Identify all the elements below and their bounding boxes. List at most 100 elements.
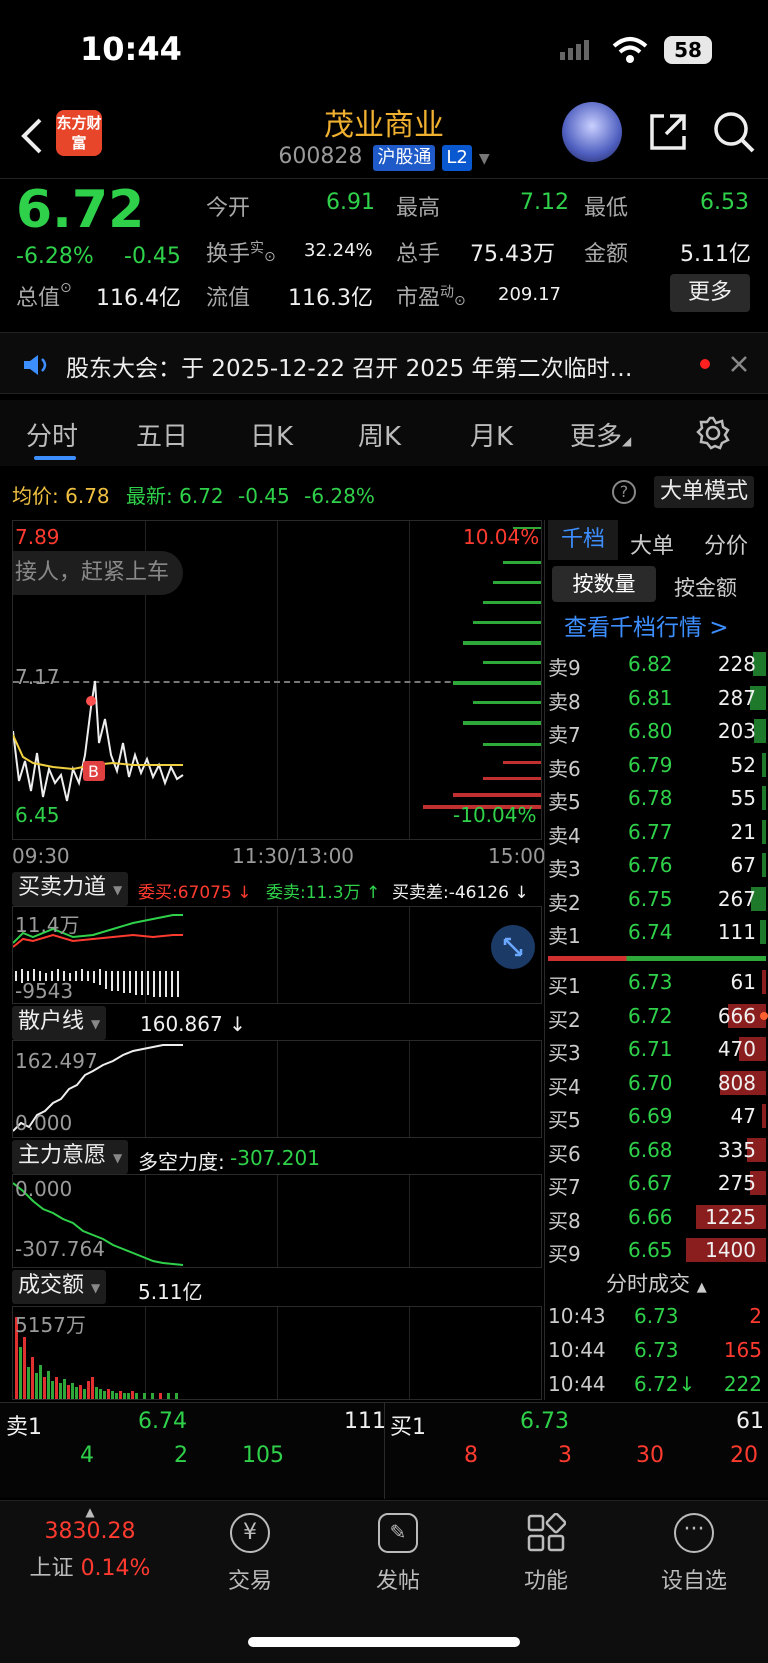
bid-price: 6.72	[628, 1003, 673, 1028]
bid-level: 买6	[548, 1141, 581, 1166]
nav-trade[interactable]: ¥ 交易	[190, 1513, 310, 1595]
ask-row[interactable]: 卖8 6.81 287	[548, 682, 766, 715]
bid-volume: 335	[717, 1137, 756, 1162]
bid-level: 买5	[548, 1108, 581, 1132]
ask-depth-bar	[762, 786, 766, 810]
bid-level: 买1	[548, 974, 581, 998]
book-tab-price[interactable]: 分价	[704, 528, 748, 560]
bid-price: 6.73	[628, 970, 673, 994]
trade-volume: 2	[749, 1304, 762, 1328]
bottom-sell1-price: 6.74	[138, 1409, 187, 1434]
bid-price: 6.68	[628, 1137, 673, 1162]
bid-volume: 808	[717, 1070, 756, 1095]
index-ticker[interactable]: ▲ 3830.28 上证 0.14%	[20, 1505, 160, 1605]
bid-row[interactable]: 买1 6.73 61	[548, 966, 766, 999]
trade-price: 6.73	[634, 1338, 679, 1362]
ask-price: 6.82	[628, 652, 673, 676]
ask-level: 卖2	[548, 890, 581, 915]
ask-depth-bar	[762, 752, 766, 777]
index-value: 3830.28	[44, 1519, 136, 1544]
ask-level: 卖9	[548, 656, 581, 680]
bid-volume: 1400	[705, 1238, 756, 1262]
book-subtab-amount[interactable]: 按金额	[674, 572, 737, 602]
bid-depth-bar	[762, 970, 766, 994]
trade-volume: 222	[723, 1372, 762, 1396]
bid-volume: 1225	[705, 1204, 756, 1229]
bid-row[interactable]: 买3 6.71 470	[548, 1033, 766, 1066]
bid-price: 6.65	[628, 1238, 673, 1262]
caret-up-icon: ▲	[85, 1505, 95, 1519]
bid-depth-bar	[762, 1104, 766, 1128]
ask-level: 卖6	[548, 756, 581, 781]
ask-row[interactable]: 卖6 6.79 52	[548, 749, 766, 782]
ask-row[interactable]: 卖5 6.78 55	[548, 782, 766, 815]
bid-volume: 61	[730, 970, 756, 994]
ask-depth-bar	[762, 853, 766, 877]
book-depth-link[interactable]: 查看千档行情 >	[564, 608, 729, 642]
ask-level: 卖8	[548, 689, 581, 714]
ask-row[interactable]: 卖1 6.74 111	[548, 916, 766, 949]
bid-price: 6.66	[628, 1204, 673, 1229]
bottom-quote-bar: 卖1 6.74 111 4 2 105 买1 6.73 61 8 3 30 20	[0, 1402, 768, 1499]
bid-level: 买3	[548, 1041, 581, 1065]
ask-price: 6.74	[628, 920, 673, 944]
ask-price: 6.80	[628, 719, 673, 743]
trades-title[interactable]: 分时成交 ▲	[606, 1268, 707, 1298]
book-subtab-quantity[interactable]: 按数量	[552, 566, 656, 602]
ask-level: 卖7	[548, 723, 581, 747]
bid-volume: 47	[730, 1104, 756, 1128]
bid-price: 6.67	[628, 1171, 673, 1195]
ask-row[interactable]: 卖2 6.75 267	[548, 883, 766, 916]
bid-level: 买2	[548, 1007, 581, 1032]
bid-row[interactable]: 买2 6.72 666	[548, 1000, 768, 1033]
trade-price: 6.73	[634, 1304, 679, 1328]
bid-level: 买7	[548, 1175, 581, 1199]
ask-price: 6.77	[628, 819, 673, 844]
bid-price: 6.71	[628, 1037, 673, 1061]
ask-row[interactable]: 卖4 6.77 21	[548, 816, 766, 849]
ask-volume: 67	[730, 853, 756, 877]
ask-price: 6.78	[628, 786, 673, 810]
ask-level: 卖3	[548, 857, 581, 881]
ask-level: 卖1	[548, 924, 581, 948]
bid-ask-ratio-bar	[548, 956, 766, 961]
index-pct: 0.14%	[80, 1556, 151, 1581]
bid-volume: 275	[717, 1171, 756, 1195]
bottom-buy1-vol: 61	[736, 1409, 764, 1434]
order-book: 千档 大单 分价 按数量 按金额 查看千档行情 > 卖9 6.82 228 卖8 6.8…	[0, 0, 768, 1400]
ask-price: 6.79	[628, 752, 673, 777]
bid-row[interactable]: 买4 6.70 808	[548, 1067, 766, 1100]
book-tab-thousand[interactable]: 千档	[548, 520, 618, 560]
bid-price: 6.69	[628, 1104, 673, 1128]
ask-volume: 203	[717, 719, 756, 743]
trade-row: 10:44 6.73 165	[548, 1334, 766, 1367]
ask-depth-bar	[760, 920, 766, 944]
home-indicator	[248, 1637, 520, 1647]
bid-dot	[760, 1011, 768, 1020]
bottom-buy1-price: 6.73	[520, 1409, 569, 1434]
trade-volume: 165	[723, 1338, 762, 1362]
ask-level: 卖4	[548, 823, 581, 848]
ask-row[interactable]: 卖9 6.82 228	[548, 648, 766, 681]
bid-row[interactable]: 买5 6.69 47	[548, 1100, 766, 1133]
grid-icon	[526, 1512, 567, 1553]
ask-volume: 21	[730, 819, 756, 844]
bid-row[interactable]: 买7 6.67 275	[548, 1167, 766, 1200]
trade-time: 10:44	[548, 1338, 606, 1362]
bid-price: 6.70	[628, 1070, 673, 1095]
ask-price: 6.75	[628, 886, 673, 911]
bid-row[interactable]: 买9 6.65 1400	[548, 1234, 766, 1267]
ask-row[interactable]: 卖3 6.76 67	[548, 849, 766, 882]
bid-volume: 470	[717, 1037, 756, 1061]
book-tab-big-order[interactable]: 大单	[630, 528, 674, 560]
bid-row[interactable]: 买8 6.66 1225	[548, 1201, 766, 1234]
ask-volume: 55	[730, 786, 756, 810]
nav-watchlist[interactable]: ··· 设自选	[634, 1513, 754, 1595]
ask-volume: 267	[717, 886, 756, 911]
nav-functions[interactable]: 功能	[486, 1512, 606, 1595]
nav-post[interactable]: ✎ 发帖	[338, 1513, 458, 1595]
ask-row[interactable]: 卖7 6.80 203	[548, 715, 766, 748]
ask-volume: 228	[717, 652, 756, 676]
bid-level: 买8	[548, 1208, 581, 1233]
bid-row[interactable]: 买6 6.68 335	[548, 1134, 766, 1167]
